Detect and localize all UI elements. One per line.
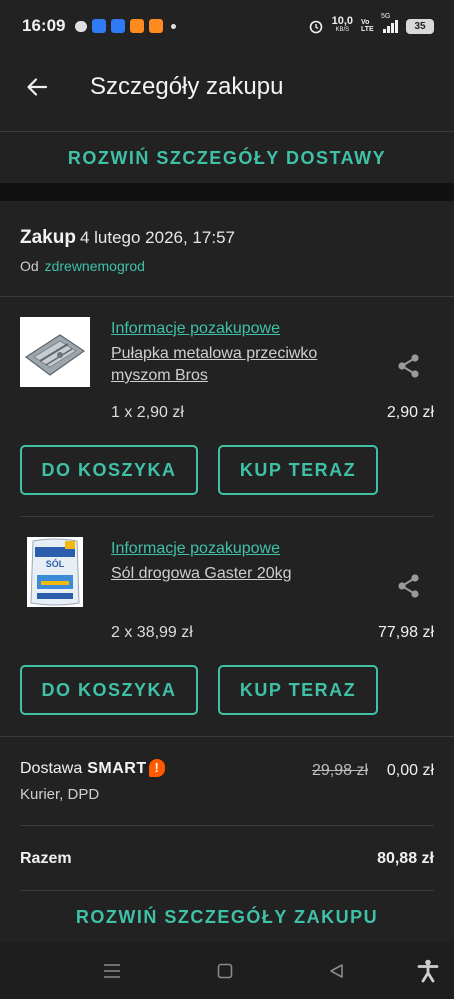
mouse-trap-image-icon (20, 317, 90, 387)
delivery-row: Dostawa SMART ! (20, 758, 165, 778)
divider (20, 890, 434, 891)
product-image-mouse-trap[interactable] (20, 317, 90, 387)
system-navigation-bar (0, 942, 454, 999)
recent-apps-button[interactable] (92, 942, 132, 999)
salt-bag-image-icon: SÓL (27, 537, 83, 607)
seller-row: Od zdrewnemogrod (20, 258, 145, 274)
back-button[interactable] (22, 72, 52, 102)
seller-prefix: Od (20, 258, 39, 274)
share-button[interactable] (396, 573, 422, 599)
post-purchase-info-link[interactable]: Informacje pozakupowe (111, 320, 280, 338)
item-quantity: 2 x 38,99 zł (111, 624, 193, 641)
page-title: Szczegóły zakupu (90, 73, 284, 100)
purchase-date: 4 lutego 2026, 17:57 (79, 228, 235, 247)
bag-label-text: SÓL (46, 558, 65, 569)
menu-icon (104, 963, 120, 978)
volte-indicator: Vo LTE (361, 19, 374, 33)
total-label: Razem (20, 850, 72, 867)
add-to-cart-button[interactable]: DO KOSZYKA (20, 445, 198, 495)
delivery-carrier: Kurier, DPD (20, 786, 100, 803)
delivery-price: 0,00 zł (386, 762, 434, 779)
home-button[interactable] (205, 942, 245, 999)
divider (20, 516, 434, 517)
messenger-icon (111, 19, 126, 33)
battery-icon: 35 (406, 18, 434, 34)
buy-now-button[interactable]: KUP TERAZ (218, 445, 378, 495)
square-home-icon (217, 963, 233, 978)
more-notifications-dot-icon (171, 23, 177, 29)
delivery-label: Dostawa (20, 760, 83, 777)
shopping-app-icon (130, 19, 145, 33)
accessibility-icon (417, 959, 439, 982)
delivery-old-price: 29,98 zł (312, 762, 369, 779)
product-title-link[interactable]: Pułapka metalowa przeciwko myszom Bros (111, 343, 371, 387)
triangle-back-icon (330, 963, 343, 978)
divider (0, 131, 454, 132)
divider (20, 825, 434, 826)
smart-badge: SMART (87, 760, 147, 777)
product-title-link[interactable]: Sól drogowa Gaster 20kg (111, 563, 371, 585)
seller-link[interactable]: zdrewnemogrod (45, 258, 145, 274)
system-back-button[interactable] (316, 942, 356, 999)
add-to-cart-button[interactable]: DO KOSZYKA (20, 665, 198, 715)
item-quantity: 1 x 2,90 zł (111, 404, 184, 421)
shopping-app-icon (149, 19, 164, 33)
item-price: 2,90 zł (386, 404, 434, 421)
signal-icon: 5G (381, 13, 398, 33)
app-bar: Szczegóły zakupu (0, 52, 454, 122)
expand-purchase-details-button[interactable]: ROZWIŃ SZCZEGÓŁY ZAKUPU (0, 907, 454, 928)
purchase-header: Zakup 4 lutego 2026, 17:57 (20, 227, 235, 249)
section-separator (0, 183, 454, 201)
divider (0, 736, 454, 737)
status-time: 16:09 (22, 16, 66, 35)
post-purchase-info-link[interactable]: Informacje pozakupowe (111, 540, 280, 558)
buy-now-button[interactable]: KUP TERAZ (218, 665, 378, 715)
accessibility-button[interactable] (408, 942, 448, 999)
notification-icons (75, 19, 177, 33)
smart-exclamation-icon: ! (148, 758, 165, 777)
messenger-icon (92, 19, 107, 33)
alarm-icon (309, 20, 322, 34)
expand-delivery-details-button[interactable]: ROZWIŃ SZCZEGÓŁY DOSTAWY (0, 148, 454, 169)
share-button[interactable] (396, 353, 422, 379)
status-bar: 16:09 10,0 KB/S Vo LTE 5G 35 (0, 0, 454, 52)
item-price: 77,98 zł (377, 624, 434, 641)
share-icon (398, 574, 419, 598)
share-icon (398, 354, 419, 378)
product-image-road-salt[interactable]: SÓL (27, 537, 83, 607)
divider (0, 296, 454, 297)
chat-icon (75, 20, 88, 32)
total-value: 80,88 zł (377, 850, 434, 867)
arrow-left-icon (27, 78, 48, 96)
network-speed: 10,0 KB/S (331, 15, 353, 34)
purchase-label: Zakup (20, 227, 76, 248)
